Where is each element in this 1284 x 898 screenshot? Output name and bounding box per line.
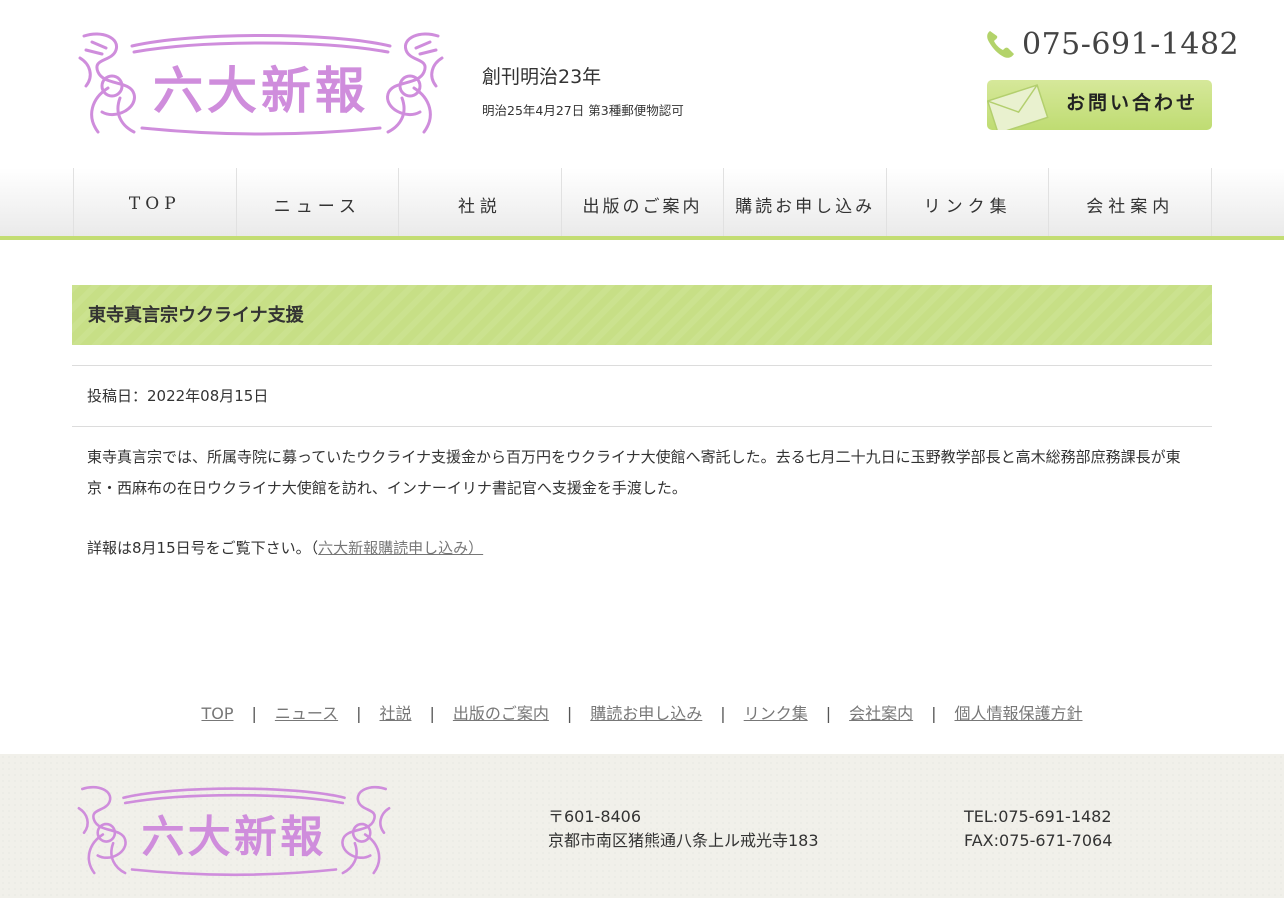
phone-number: 075-691-1482 xyxy=(1022,26,1240,62)
nav-news[interactable]: ニュース xyxy=(235,168,399,236)
footer-link-links[interactable]: リンク集 xyxy=(744,704,808,723)
footer-address: 〒601-8406 京都市南区猪熊通八条上ル戒光寺183 xyxy=(548,805,819,853)
article-body: 東寺真言宗では、所属寺院に募っていたウクライナ支援金から百万円をウクライナ大使館… xyxy=(87,448,1181,497)
divider xyxy=(72,365,1212,366)
post-date: 投稿日：2022年08月15日 xyxy=(87,387,269,405)
nav-subscribe[interactable]: 購読お申し込み xyxy=(723,168,886,236)
contact-button-label: お問い合わせ xyxy=(1065,92,1198,114)
footer-contact: TEL:075-691-1482 FAX:075-671-7064 xyxy=(964,805,1112,853)
nav-links[interactable]: リンク集 xyxy=(885,168,1049,236)
detail-text: 詳報は8月15日号をご覧下さい。（ xyxy=(87,539,319,557)
header-phone[interactable]: 075-691-1482 xyxy=(984,24,1239,64)
contact-button[interactable]: お問い合わせ xyxy=(987,80,1212,130)
footer-link-editorial[interactable]: 社説 xyxy=(379,704,411,723)
footer-link-publications[interactable]: 出版のご案内 xyxy=(453,704,549,723)
envelope-icon xyxy=(987,82,1053,130)
footer-logo-text: 六大新報 xyxy=(141,812,326,864)
divider xyxy=(72,426,1212,427)
footer-link-subscribe[interactable]: 購読お申し込み xyxy=(590,704,702,723)
footer-logo[interactable]: 六大新報 xyxy=(72,782,396,880)
postal-code: 〒601-8406 xyxy=(548,807,642,826)
footer-fax: FAX:075-671-7064 xyxy=(964,831,1113,850)
footer-link-privacy[interactable]: 個人情報保護方針 xyxy=(955,704,1083,723)
subscribe-link[interactable]: 六大新報購読申し込み） xyxy=(318,539,483,557)
article-title-bar: 東寺真言宗ウクライナ支援 xyxy=(72,285,1212,345)
footer-link-top[interactable]: TOP xyxy=(201,704,233,723)
footer-tel: TEL:075-691-1482 xyxy=(964,807,1112,826)
street-address: 京都市南区猪熊通八条上ル戒光寺183 xyxy=(548,831,819,850)
logo-text: 六大新報 xyxy=(153,61,369,120)
article-detail: 詳報は8月15日号をご覧下さい。（六大新報購読申し込み） xyxy=(87,537,483,558)
founding-tagline: 創刊明治23年 xyxy=(482,66,602,88)
footer-link-news[interactable]: ニュース xyxy=(275,704,338,723)
site-logo[interactable]: 六大新報 xyxy=(72,28,450,140)
global-nav: TOP ニュース 社説 出版のご案内 購読お申し込み リンク集 会社案内 xyxy=(73,168,1213,240)
nav-editorial[interactable]: 社説 xyxy=(398,168,561,236)
postal-permit-note: 明治25年4月27日 第3種郵便物認可 xyxy=(482,103,684,118)
nav-company[interactable]: 会社案内 xyxy=(1048,168,1213,236)
footer-links: TOP | ニュース | 社説 | 出版のご案内 | 購読お申し込み | リンク集 | 会社案内 | 個人情… xyxy=(201,704,1083,723)
article-title: 東寺真言宗ウクライナ支援 xyxy=(88,305,304,326)
footer-link-company[interactable]: 会社案内 xyxy=(849,704,913,723)
nav-top[interactable]: TOP xyxy=(73,168,236,236)
phone-icon xyxy=(984,27,1018,61)
nav-publications[interactable]: 出版のご案内 xyxy=(560,168,724,236)
